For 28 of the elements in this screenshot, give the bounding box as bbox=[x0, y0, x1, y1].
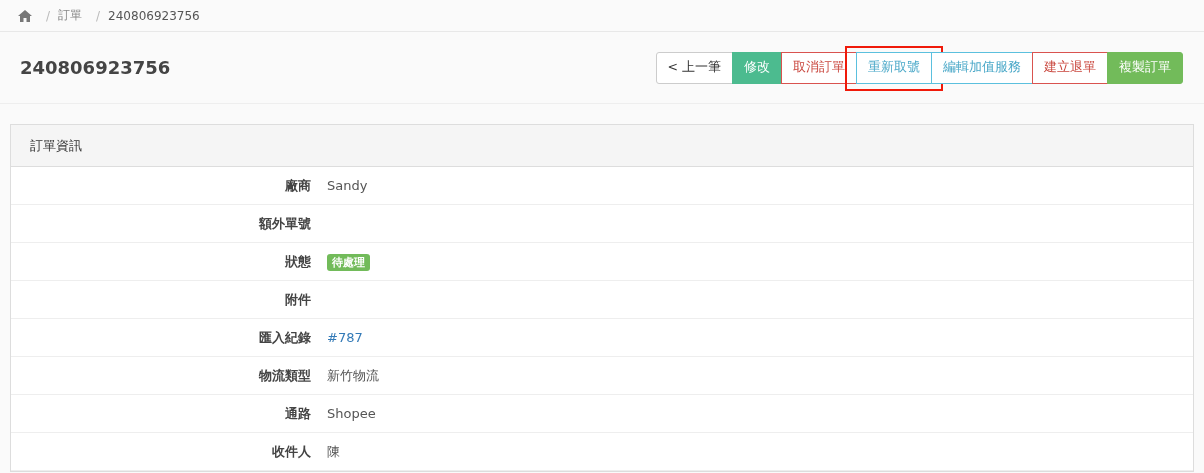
breadcrumb-separator: / bbox=[46, 8, 51, 23]
page-title: 240806923756 bbox=[20, 57, 171, 78]
import-link[interactable]: #787 bbox=[327, 330, 363, 345]
field-value: 陳 bbox=[327, 443, 340, 459]
field-label: 額外單號 bbox=[258, 214, 311, 233]
field-label: 廠商 bbox=[284, 176, 311, 195]
field-value: Sandy bbox=[327, 178, 368, 193]
panel-title: 訂單資訊 bbox=[11, 125, 1193, 167]
field-label: 狀態 bbox=[284, 252, 311, 271]
action-button[interactable]: < 上一筆 bbox=[655, 51, 733, 84]
field-label: 收件人 bbox=[271, 442, 311, 461]
field-value: 新竹物流 bbox=[327, 367, 379, 383]
action-button[interactable]: 複製訂單 bbox=[1107, 51, 1183, 84]
action-button[interactable]: 編輯加值服務 bbox=[931, 51, 1033, 84]
field-label: 物流類型 bbox=[258, 366, 311, 385]
breadcrumb-separator: / bbox=[96, 8, 101, 23]
field-label: 匯入紀錄 bbox=[258, 328, 311, 347]
field-label: 附件 bbox=[284, 290, 311, 309]
home-icon[interactable] bbox=[18, 9, 32, 22]
breadcrumb-item[interactable]: 訂單 bbox=[58, 7, 83, 24]
action-button[interactable]: 建立退單 bbox=[1032, 51, 1108, 84]
action-button[interactable]: 重新取號 bbox=[856, 51, 932, 84]
action-button[interactable]: 取消訂單 bbox=[781, 51, 857, 84]
status-badge: 待處理 bbox=[327, 253, 370, 271]
field-label: 通路 bbox=[284, 404, 311, 423]
breadcrumb-item: 240806923756 bbox=[108, 8, 200, 23]
action-button[interactable]: 修改 bbox=[732, 51, 782, 84]
field-value: Shopee bbox=[327, 406, 376, 421]
